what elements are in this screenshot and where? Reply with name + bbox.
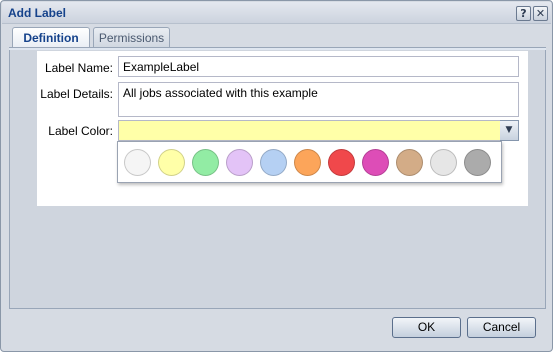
- label-name-caption: Label Name:: [44, 61, 113, 75]
- cancel-button[interactable]: Cancel: [467, 317, 536, 338]
- color-swatch-light-blue[interactable]: [260, 149, 287, 176]
- add-label-dialog: Add Label ? ✕ Definition Permissions Lab…: [0, 0, 553, 352]
- color-swatch-orange[interactable]: [294, 149, 321, 176]
- color-swatch-lavender[interactable]: [226, 149, 253, 176]
- tab-definition[interactable]: Definition: [12, 27, 90, 48]
- tab-permissions[interactable]: Permissions: [93, 27, 170, 48]
- label-form: Label Name: ExampleLabel Label Details: …: [37, 51, 528, 206]
- color-swatch-yellow[interactable]: [158, 149, 185, 176]
- help-icon[interactable]: ?: [516, 6, 531, 21]
- chevron-down-icon[interactable]: ▼: [500, 120, 519, 141]
- color-swatch-light-gray[interactable]: [430, 149, 457, 176]
- label-color-select[interactable]: [118, 120, 501, 141]
- tab-strip: Definition Permissions: [9, 25, 546, 48]
- color-swatch-gray[interactable]: [464, 149, 491, 176]
- label-details-textarea[interactable]: All jobs associated with this example: [118, 82, 519, 117]
- title-bar[interactable]: Add Label ? ✕: [2, 2, 551, 24]
- label-name-input[interactable]: ExampleLabel: [118, 56, 519, 77]
- color-palette: [117, 141, 502, 183]
- label-color-caption: Label Color:: [48, 124, 113, 138]
- label-details-caption: Label Details:: [40, 87, 113, 101]
- color-swatch-tan[interactable]: [396, 149, 423, 176]
- color-swatch-magenta[interactable]: [362, 149, 389, 176]
- ok-button[interactable]: OK: [392, 317, 461, 338]
- dialog-title: Add Label: [8, 6, 67, 20]
- color-swatch-green[interactable]: [192, 149, 219, 176]
- color-swatch-white[interactable]: [124, 149, 151, 176]
- close-icon[interactable]: ✕: [533, 6, 548, 21]
- color-swatch-red[interactable]: [328, 149, 355, 176]
